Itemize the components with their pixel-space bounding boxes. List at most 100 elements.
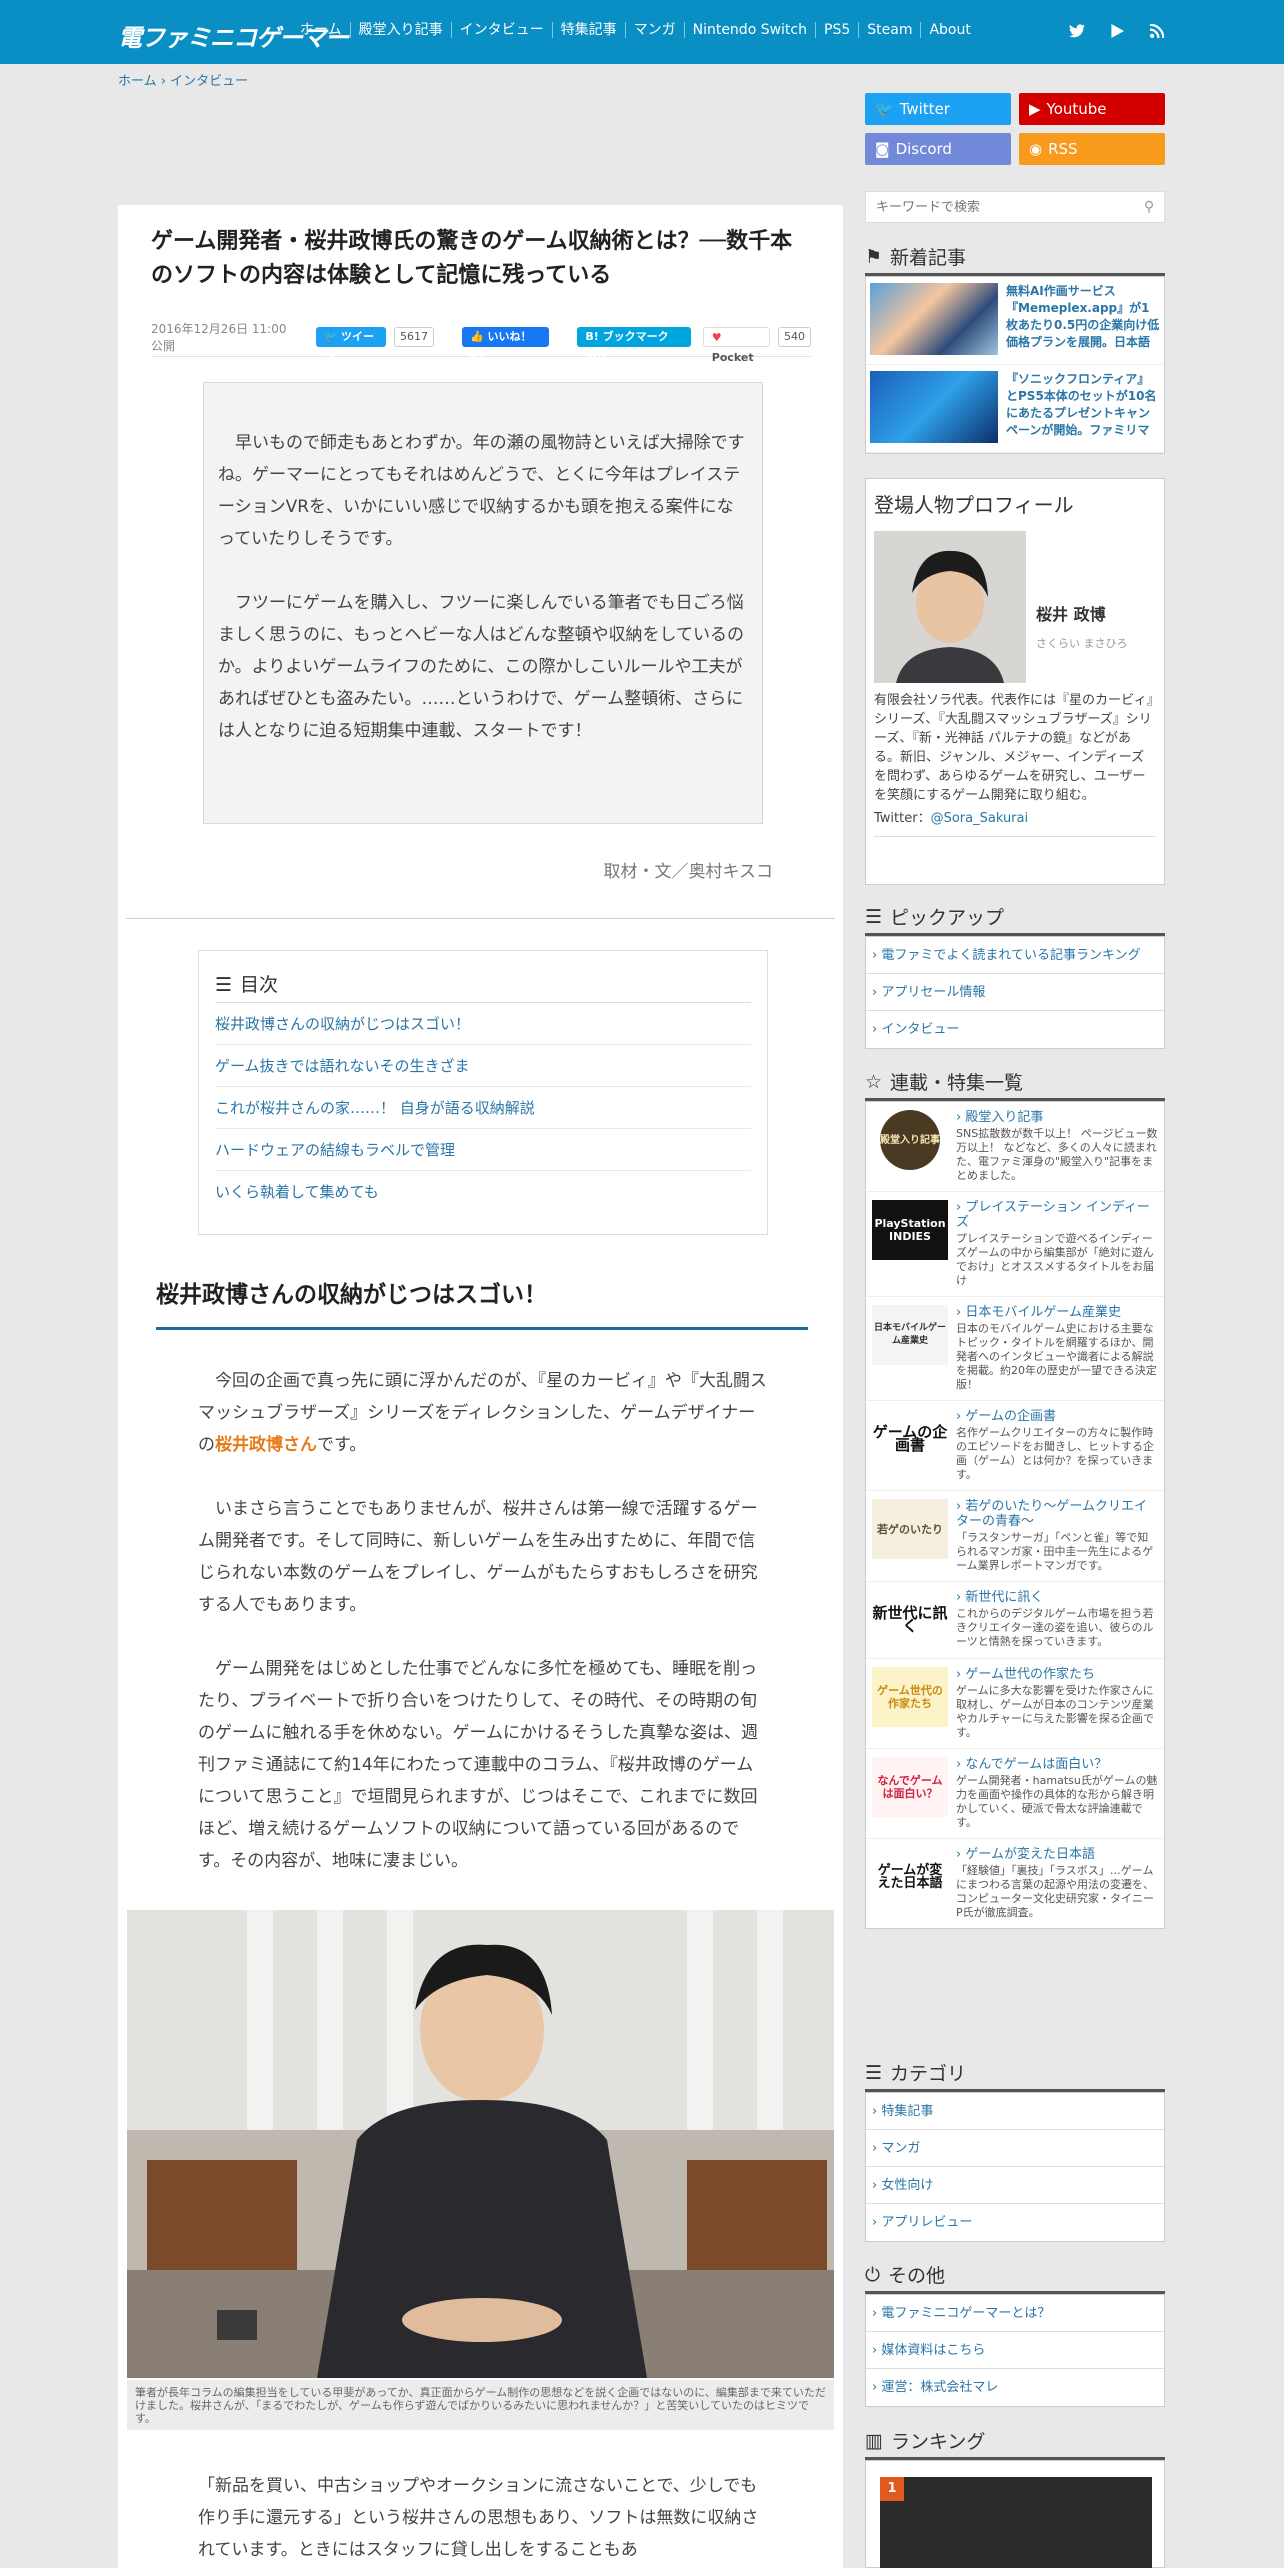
- list-item[interactable]: 無料AI作画サービス『Memeplex.app』が1枚あたり0.5円の企業向け低…: [866, 277, 1164, 365]
- series-thumbnail: 殿堂入り記事: [880, 1110, 940, 1170]
- nav-switch[interactable]: Nintendo Switch: [685, 22, 816, 38]
- ranking-thumbnail[interactable]: [880, 2477, 1152, 2568]
- profile-name-block: 桜井 政博 さくらい まさひろ: [1036, 531, 1128, 683]
- list-item[interactable]: 若ゲのいたり › 若ゲのいたり〜ゲームクリエイターの青春〜 「ラスタンサーガ」「ペ…: [866, 1491, 1164, 1582]
- series-link-label: ゲームの企画書: [965, 1409, 1056, 1424]
- series-description: SNS拡散数が数千以上！ ページビュー数万以上！ などなど、多くの人々に読まれた…: [956, 1127, 1158, 1182]
- category-item-label: 特集記事: [881, 2104, 934, 2119]
- series-description: ゲームに多大な影響を受けた作家さんに取材し、ゲームが日本のコンテンツ産業やカルチ…: [956, 1684, 1154, 1739]
- hatena-bookmark-button[interactable]: B! ブックマーク 807: [577, 326, 691, 363]
- toc-item[interactable]: ハードウェアの結線もラベルで管理: [215, 1129, 751, 1171]
- search-input[interactable]: [866, 192, 1134, 222]
- list-item[interactable]: 殿堂入り記事 › 殿堂入り記事 SNS拡散数が数千以上！ ページビュー数万以上！ …: [866, 1102, 1164, 1192]
- series-thumbnail: PlayStation INDIES: [872, 1200, 948, 1260]
- series-link[interactable]: › 新世代に訊く: [956, 1590, 1158, 1605]
- section-heading: 桜井政博さんの収納がじつはスゴい！: [156, 1275, 808, 1330]
- series-link-label: なんでゲームは面白い？: [965, 1757, 1108, 1772]
- pickup-list: › 電ファミでよく読まれている記事ランキング › アプリセール情報 › インタビ…: [865, 936, 1165, 1049]
- pickup-item[interactable]: › 電ファミでよく読まれている記事ランキング: [866, 937, 1164, 974]
- nav-features[interactable]: 特集記事: [553, 22, 626, 38]
- toc-item[interactable]: いくら執着して集めても: [215, 1171, 751, 1213]
- list-item[interactable]: PlayStation INDIES › プレイステーション インディーズ プレイ…: [866, 1192, 1164, 1297]
- body-paragraph-3: ゲーム開発をはじめとした仕事でどんなに多忙を極めても、睡眠を削ったり、プライベー…: [198, 1659, 758, 1871]
- pocket-label: Pocket: [711, 350, 754, 364]
- body-paragraph-4: 「新品を買い、中古ショップやオークションに流さないことで、少しでも作り手に還元す…: [198, 2476, 759, 2560]
- series-link-label: 日本モバイルゲーム産業史: [965, 1305, 1121, 1320]
- breadcrumb-current[interactable]: インタビュー: [170, 74, 248, 89]
- twitter-follow-button[interactable]: 🐦 Twitter: [865, 93, 1011, 125]
- sakurai-link[interactable]: 桜井政博さん: [215, 1435, 317, 1455]
- p1-text-end: です。: [317, 1435, 367, 1455]
- like-button[interactable]: 👍 いいね！ 67: [461, 326, 550, 363]
- publish-date: 2016年12月26日 11:00 公開: [151, 321, 287, 353]
- list-item[interactable]: 日本モバイルゲーム産業史 › 日本モバイルゲーム産業史 日本のモバイルゲーム史にお…: [866, 1297, 1164, 1401]
- toc-item[interactable]: 桜井政博さんの収納がじつはスゴい！: [215, 1003, 751, 1045]
- series-link[interactable]: › ゲームが変えた日本語: [956, 1847, 1158, 1862]
- list-item[interactable]: 『ソニックフロンティア』とPS5本体のセットが10名にあたるプレゼントキャンペー…: [866, 365, 1164, 453]
- tweet-button[interactable]: 🐦 ツイート: [315, 326, 386, 363]
- pocket-button[interactable]: ♥ Pocket: [702, 326, 770, 364]
- series-link[interactable]: › なんでゲームは面白い？: [956, 1757, 1158, 1772]
- search-icon[interactable]: ⚲: [1134, 199, 1164, 215]
- youtube-follow-button[interactable]: ▶ Youtube: [1019, 93, 1165, 125]
- news-link[interactable]: 『ソニックフロンティア』とPS5本体のセットが10名にあたるプレゼントキャンペー…: [1006, 371, 1160, 443]
- list-item[interactable]: ゲーム世代の作家たち › ゲーム世代の作家たち ゲームに多大な影響を受けた作家さん…: [866, 1659, 1164, 1749]
- nav-hall-of-fame[interactable]: 殿堂入り記事: [351, 22, 452, 38]
- list-item[interactable]: なんでゲームは面白い？ › なんでゲームは面白い？ ゲーム開発者・hamatsu氏…: [866, 1749, 1164, 1839]
- category-item[interactable]: › マンガ: [866, 2130, 1164, 2167]
- series-link-label: プレイステーション インディーズ: [956, 1200, 1150, 1230]
- list-item[interactable]: 新世代に訊く › 新世代に訊く これからのデジタルゲーム市場を担う若きクリエイター…: [866, 1582, 1164, 1659]
- youtube-icon[interactable]: [1108, 22, 1126, 40]
- news-link[interactable]: 無料AI作画サービス『Memeplex.app』が1枚あたり0.5円の企業向け低…: [1006, 283, 1160, 355]
- pickup-item-label: アプリセール情報: [881, 985, 986, 1000]
- social-buttons: 🐦 Twitter ▶ Youtube ◙ Discord ◉ RSS: [865, 93, 1165, 165]
- profile-twitter-link[interactable]: @Sora_Sakurai: [931, 811, 1029, 826]
- other-item-label: 電ファミニコゲーマーとは？: [881, 2306, 1051, 2321]
- series-title: 連載・特集一覧: [890, 1072, 1024, 1094]
- series-thumbnail: 日本モバイルゲーム産業史: [872, 1305, 948, 1365]
- pocket-count: 540: [777, 326, 811, 347]
- pickup-item[interactable]: › アプリセール情報: [866, 974, 1164, 1011]
- article-photo: [127, 1910, 834, 2378]
- list-item[interactable]: ゲームが変えた日本語 › ゲームが変えた日本語 「経験値」「裏技」「ラスボス」…ゲ…: [866, 1839, 1164, 1928]
- toc-item[interactable]: ゲーム抜きでは語れないその生きざま: [215, 1045, 751, 1087]
- series-link[interactable]: › 殿堂入り記事: [956, 1110, 1158, 1125]
- rss-icon: ◉: [1029, 140, 1043, 158]
- nav-ps5[interactable]: PS5: [816, 22, 860, 38]
- youtube-icon: ▶: [1029, 100, 1041, 118]
- table-of-contents: ☰ 目次 桜井政博さんの収納がじつはスゴい！ ゲーム抜きでは語れないその生きざま…: [198, 950, 768, 1235]
- toc-title: 目次: [240, 973, 279, 996]
- search-box: ⚲: [865, 191, 1165, 223]
- category-item-label: マンガ: [881, 2141, 921, 2156]
- series-link[interactable]: › ゲーム世代の作家たち: [956, 1667, 1158, 1682]
- discord-follow-button[interactable]: ◙ Discord: [865, 133, 1011, 165]
- other-item[interactable]: › 電ファミニコゲーマーとは？: [866, 2295, 1164, 2332]
- series-link[interactable]: › 若ゲのいたり〜ゲームクリエイターの青春〜: [956, 1499, 1158, 1529]
- nav-about[interactable]: About: [921, 22, 978, 38]
- nav-steam[interactable]: Steam: [859, 22, 922, 38]
- series-thumbnail: ゲームの企画書: [872, 1409, 948, 1469]
- category-item[interactable]: › アプリレビュー: [866, 2204, 1164, 2241]
- rss-icon[interactable]: [1148, 22, 1166, 40]
- other-item[interactable]: › 運営：株式会社マレ: [866, 2369, 1164, 2406]
- twitter-icon[interactable]: [1068, 22, 1086, 40]
- nav-manga[interactable]: マンガ: [626, 22, 685, 38]
- breadcrumb-home[interactable]: ホーム: [118, 74, 157, 89]
- discord-icon: ◙: [875, 140, 890, 158]
- category-item[interactable]: › 女性向け: [866, 2167, 1164, 2204]
- series-link[interactable]: › ゲームの企画書: [956, 1409, 1158, 1424]
- series-link[interactable]: › 日本モバイルゲーム産業史: [956, 1305, 1158, 1320]
- series-description: 名作ゲームクリエイターの方々に製作時のエピソードをお聞きし、ヒットする企画（ゲー…: [956, 1426, 1154, 1481]
- toc-item[interactable]: これが桜井さんの家……！ 自身が語る収納解説: [215, 1087, 751, 1129]
- series-link[interactable]: › プレイステーション インディーズ: [956, 1200, 1158, 1230]
- category-item[interactable]: › 特集記事: [866, 2093, 1164, 2130]
- nav-home[interactable]: ホーム: [292, 22, 351, 38]
- other-item[interactable]: › 媒体資料はこちら: [866, 2332, 1164, 2369]
- series-link-label: 新世代に訊く: [965, 1590, 1044, 1605]
- flag-icon: ⚑: [865, 245, 883, 268]
- rss-follow-button[interactable]: ◉ RSS: [1019, 133, 1165, 165]
- pickup-item[interactable]: › インタビュー: [866, 1011, 1164, 1048]
- list-item[interactable]: ゲームの企画書 › ゲームの企画書名作ゲームクリエイターの方々に製作時のエピソー…: [866, 1401, 1164, 1491]
- nav-interview[interactable]: インタビュー: [452, 22, 553, 38]
- news-thumbnail: [870, 283, 998, 355]
